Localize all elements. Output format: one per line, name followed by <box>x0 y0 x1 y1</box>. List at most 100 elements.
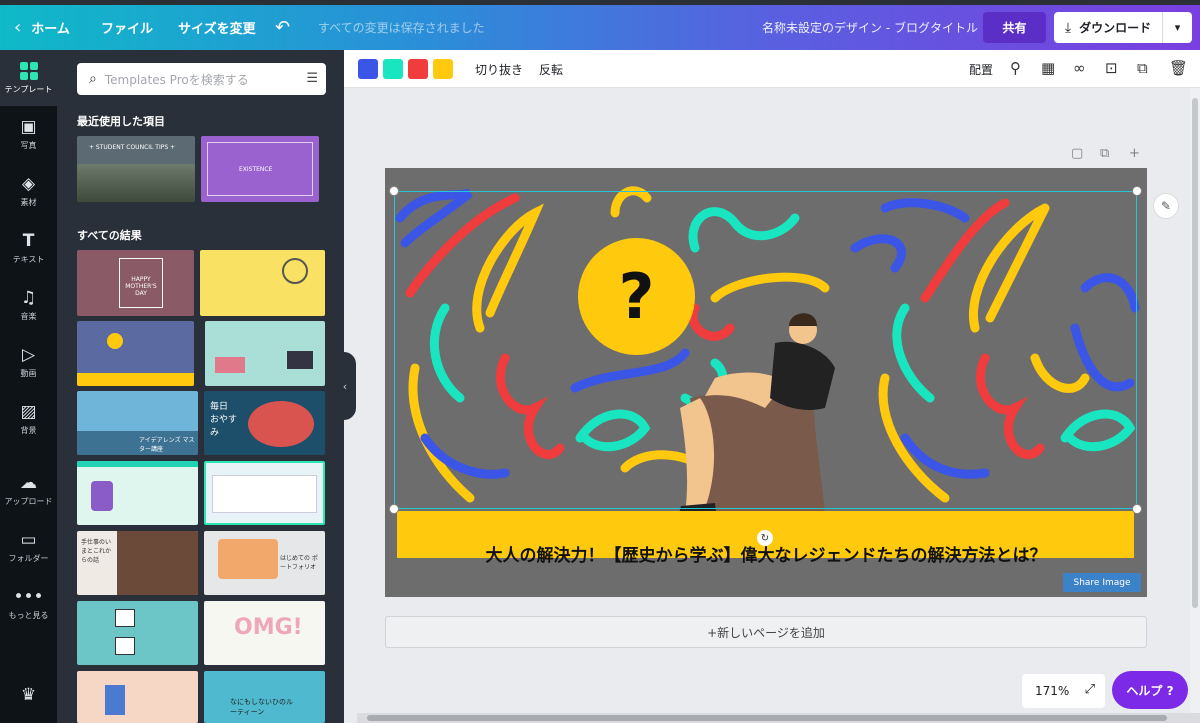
paint-roller-icon[interactable]: ⚲ <box>1010 59 1021 77</box>
template-thumb[interactable]: HAPPY MOTHER'S DAY <box>77 250 194 316</box>
template-icon <box>19 61 39 81</box>
nav-item-templates[interactable]: テンプレート <box>0 50 57 106</box>
selection-box <box>394 191 1137 509</box>
design-title[interactable]: 名称未設定のデザイン - ブログタイトル <box>762 5 978 50</box>
template-thumb[interactable]: + STUDENT COUNCIL TIPS + <box>77 136 195 202</box>
home-button[interactable]: ‹ ホーム <box>14 5 70 50</box>
music-icon: ♫ <box>20 288 37 308</box>
template-thumb[interactable]: OMG! <box>204 601 325 665</box>
page-duplicate-icon[interactable]: ⧉ <box>1100 146 1109 161</box>
save-status: すべての変更は保存されました <box>318 21 485 35</box>
color-swatch-red[interactable] <box>408 59 428 79</box>
add-page-button[interactable]: +新しいページを追加 <box>385 616 1147 648</box>
crown-icon: ♛ <box>20 685 37 705</box>
download-icon: ⤓ <box>1064 19 1072 36</box>
editor-toolbar: 切り抜き 反転 配置 ⚲ ▦ ∞ ⊡ ⧉ 🗑 <box>344 50 1200 88</box>
share-image-badge[interactable]: Share Image <box>1063 573 1141 592</box>
share-button[interactable]: 共有 <box>983 12 1046 43</box>
lock-icon[interactable]: ⊡ <box>1105 59 1118 77</box>
template-thumb[interactable]: EXISTENCE <box>201 136 319 202</box>
download-button[interactable]: ⤓ ダウンロード <box>1054 12 1162 43</box>
resize-handle-top-left[interactable] <box>389 186 399 196</box>
position-button[interactable]: 配置 <box>969 61 993 78</box>
nav-label: テンプレート <box>4 85 53 94</box>
nav-item-elements[interactable]: ◈ 素材 <box>0 163 57 219</box>
template-thumb[interactable]: 毎日 おやすみ <box>204 391 325 455</box>
thumb-text: EXISTENCE <box>239 166 273 173</box>
download-options-chevron-down-icon[interactable]: ▾ <box>1162 12 1192 43</box>
trash-icon[interactable]: 🗑 <box>1169 59 1188 77</box>
nav-item-background[interactable]: ▨ 背景 <box>0 391 57 447</box>
nav-label: 背景 <box>20 426 37 435</box>
search-placeholder: Templates Proを検索する <box>104 72 249 87</box>
color-swatch-blue[interactable] <box>358 59 378 79</box>
crop-button[interactable]: 切り抜き <box>475 61 523 78</box>
template-thumb[interactable] <box>77 461 198 525</box>
thumb-dot <box>107 333 123 349</box>
nav-item-upload[interactable]: ☁ アップロード <box>0 462 57 518</box>
scrollbar-thumb[interactable] <box>367 715 1167 721</box>
transparency-icon[interactable]: ▦ <box>1041 59 1055 77</box>
template-thumb[interactable] <box>205 321 325 386</box>
resize-handle-bottom-right[interactable] <box>1132 504 1142 514</box>
comment-icon[interactable]: ✎ <box>1153 193 1179 219</box>
nav-item-video[interactable]: ▷ 動画 <box>0 334 57 390</box>
template-thumb[interactable] <box>200 250 325 316</box>
thumb-text: HAPPY MOTHER'S DAY <box>125 276 157 297</box>
page-add-icon[interactable]: + <box>1129 146 1140 161</box>
color-swatch-yellow[interactable] <box>433 59 453 79</box>
thumb-text: OMG! <box>234 615 303 640</box>
thumb-text: 手仕事のいまとこれからの話 <box>81 539 112 564</box>
help-button[interactable]: ヘルプ ? <box>1112 671 1188 709</box>
thumb-text: はじめての ポートフォリオ <box>280 555 318 571</box>
nav-item-more[interactable]: ••• もっと見る <box>0 576 57 632</box>
fullscreen-icon[interactable]: ⤢ <box>1085 682 1095 697</box>
thumb-food <box>248 401 314 447</box>
rotate-icon[interactable]: ↻ <box>757 530 773 546</box>
template-thumb[interactable]: アイデアレンズ マスター講座 <box>77 391 198 455</box>
thumb-box <box>115 637 135 655</box>
photo-icon: ▣ <box>20 117 37 137</box>
zoom-level: 171% <box>1035 684 1070 698</box>
home-label: ホーム <box>31 22 70 37</box>
link-icon[interactable]: ∞ <box>1073 59 1086 77</box>
color-swatch-teal[interactable] <box>383 59 403 79</box>
nav-item-pro[interactable]: ♛ <box>0 667 57 723</box>
nav-item-text[interactable]: T テキスト <box>0 220 57 276</box>
page-note-icon[interactable]: ▢ <box>1071 146 1083 161</box>
collapse-panel-chevron-left-icon[interactable]: ‹ <box>334 352 356 420</box>
resize-menu[interactable]: サイズを変更 <box>178 5 256 50</box>
horizontal-scrollbar[interactable] <box>357 713 1200 723</box>
nav-item-photos[interactable]: ▣ 写真 <box>0 106 57 162</box>
template-search-input[interactable]: ⌕ Templates Proを検索する ☰ <box>77 63 326 95</box>
duplicate-icon[interactable]: ⧉ <box>1137 59 1148 77</box>
template-thumb[interactable]: なにもしないひのルーティーン <box>204 671 325 723</box>
resize-handle-top-right[interactable] <box>1132 186 1142 196</box>
undo-icon[interactable]: ↶ <box>275 5 290 50</box>
resize-handle-bottom-left[interactable] <box>389 504 399 514</box>
file-menu[interactable]: ファイル <box>101 5 153 50</box>
template-thumb[interactable] <box>77 321 194 386</box>
template-thumb[interactable] <box>204 461 325 525</box>
template-thumb[interactable]: 手仕事のいまとこれからの話 <box>77 531 198 595</box>
template-thumb[interactable] <box>77 671 198 723</box>
thumb-bar <box>77 461 198 467</box>
chevron-left-icon: ‹ <box>14 17 22 38</box>
thumb-text: なにもしないひのルーティーン <box>230 698 293 716</box>
search-icon: ⌕ <box>89 71 97 87</box>
filter-icon[interactable]: ☰ <box>306 71 318 86</box>
nav-label: 音楽 <box>20 312 37 321</box>
left-nav: テンプレート ▣ 写真 ◈ 素材 T テキスト ♫ 音楽 ▷ 動画 ▨ 背景 ☁… <box>0 50 57 723</box>
scrollbar-thumb[interactable] <box>1192 98 1198 608</box>
zoom-control[interactable]: 171% ⤢ <box>1022 674 1105 708</box>
flip-button[interactable]: 反転 <box>539 61 563 78</box>
thumb-text: + STUDENT COUNCIL TIPS + <box>89 144 176 151</box>
nav-label: 写真 <box>20 141 37 150</box>
background-icon: ▨ <box>20 402 37 422</box>
vertical-scrollbar[interactable] <box>1190 88 1200 713</box>
template-thumb[interactable] <box>77 601 198 665</box>
nav-item-music[interactable]: ♫ 音楽 <box>0 277 57 333</box>
template-thumb[interactable]: はじめての ポートフォリオ <box>204 531 325 595</box>
nav-item-folder[interactable]: ▭ フォルダー <box>0 519 57 575</box>
folder-icon: ▭ <box>20 530 37 550</box>
